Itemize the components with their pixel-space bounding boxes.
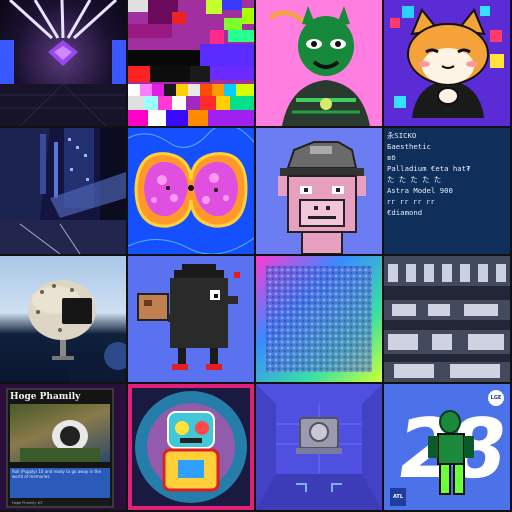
- shiba-dog-art: [390, 6, 504, 118]
- tech-egg-art: [28, 280, 126, 382]
- trait-line: Palladium €eta hat₮: [387, 164, 471, 173]
- trait-line: гг гг гг гг: [387, 197, 436, 206]
- trait-line: Бaesthetic: [387, 142, 431, 151]
- tile-noise-gradient[interactable]: [256, 256, 382, 382]
- tile-football-card[interactable]: 28 LGE ATL: [384, 384, 510, 510]
- tile-neon-room[interactable]: [0, 0, 126, 126]
- hard-drive-room-art: [256, 384, 382, 510]
- tile-pixel-blocks[interactable]: [128, 0, 254, 126]
- neon-room-art: [0, 0, 126, 126]
- tile-mono-machinery[interactable]: [384, 256, 510, 382]
- trait-line: た た た た た: [387, 175, 442, 184]
- pixel-crow-art: [137, 264, 240, 370]
- tile-text-traits[interactable]: 永SICKO Бaesthetic вб Palladium €eta hat₮…: [384, 128, 510, 254]
- card-title: Hoge Phamily: [10, 392, 81, 402]
- pixel-ape-art: [256, 128, 382, 254]
- psychedelic-robot-art: [128, 384, 254, 510]
- nft-gallery-grid: 永SICKO Бaesthetic вб Palladium €eta hat₮…: [0, 0, 512, 512]
- tile-tech-egg[interactable]: [0, 256, 126, 382]
- tile-shiba-dog[interactable]: [384, 0, 510, 126]
- card-artwork: [10, 404, 110, 462]
- trait-line: Astra Model 900: [387, 186, 453, 195]
- tile-pixel-ape[interactable]: [256, 128, 382, 254]
- card-footer: Hoge Phamily #5: [10, 500, 110, 506]
- pixel-blocks-art: [128, 0, 254, 126]
- tile-green-masked-hero[interactable]: [256, 0, 382, 126]
- fractal-art: [128, 128, 254, 254]
- card-description: Roll (Pupply) 10 and ready to go away in…: [10, 468, 110, 498]
- mono-machinery-art: [384, 256, 510, 382]
- league-badge: LGE: [488, 390, 504, 406]
- tile-cyber-city[interactable]: [0, 128, 126, 254]
- tile-hard-drive-room[interactable]: [256, 384, 382, 510]
- cyber-city-art: [0, 128, 126, 254]
- tile-pixel-crow[interactable]: [128, 256, 254, 382]
- noise-gradient-art: [256, 256, 382, 382]
- tile-fractal[interactable]: [128, 128, 254, 254]
- tile-trading-card[interactable]: Hoge Phamily Roll (Pupply) 10 and ready …: [0, 384, 126, 510]
- trait-line: 永SICKO: [387, 131, 417, 140]
- trait-line: €diamond: [387, 208, 423, 217]
- trait-line: вб: [387, 153, 396, 162]
- masked-hero-art: [268, 6, 370, 126]
- team-badge: ATL: [390, 488, 406, 506]
- tile-psychedelic-robot[interactable]: [128, 384, 254, 510]
